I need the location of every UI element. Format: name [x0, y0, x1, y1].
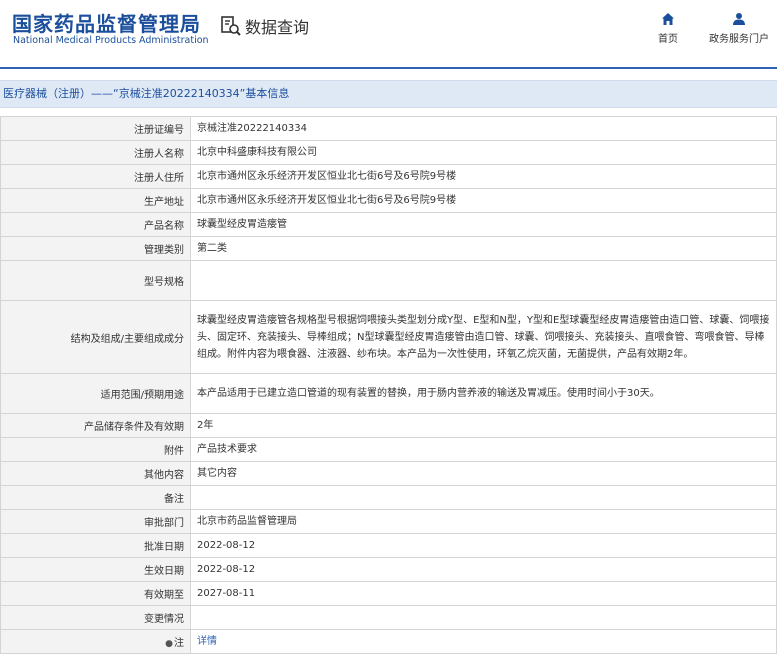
table-row: ●注 详情 — [0, 629, 777, 654]
table-row: 注册人住所 北京市通州区永乐经济开发区恒业北七街6号及6号院9号楼 — [0, 164, 777, 189]
site-logo-en[interactable]: National Medical Products Administration — [13, 35, 209, 46]
field-label: 有效期至 — [0, 581, 191, 606]
field-label: 结构及组成/主要组成成分 — [0, 300, 191, 374]
site-header: 国家药品监督管理局 National Medical Products Admi… — [0, 0, 777, 68]
table-row: 生效日期 2022-08-12 — [0, 557, 777, 582]
field-value: 球囊型经皮胃造瘘管各规格型号根据饲喂接头类型划分成Y型、E型和N型，Y型和E型球… — [190, 300, 777, 374]
field-label: 管理类别 — [0, 236, 191, 261]
field-label: 生产地址 — [0, 188, 191, 213]
nav-home[interactable]: 首页 — [633, 12, 703, 45]
table-row: 产品储存条件及有效期 2年 — [0, 413, 777, 438]
field-label: 审批部门 — [0, 509, 191, 534]
field-value: 其它内容 — [190, 461, 777, 486]
note-label-cell: ●注 — [0, 629, 191, 654]
record-title: 医疗器械（注册）——“京械注准20222140334”基本信息 — [3, 87, 290, 100]
table-row: 生产地址 北京市通州区永乐经济开发区恒业北七街6号及6号院9号楼 — [0, 188, 777, 213]
field-value: 北京市通州区永乐经济开发区恒业北七街6号及6号院9号楼 — [190, 164, 777, 189]
table-row: 有效期至 2027-08-11 — [0, 581, 777, 606]
field-value — [190, 485, 777, 510]
home-icon — [662, 13, 674, 25]
table-row: 附件 产品技术要求 — [0, 437, 777, 462]
pin-icon: ● — [165, 639, 173, 649]
details-link[interactable]: 详情 — [197, 636, 217, 647]
field-label: 产品储存条件及有效期 — [0, 413, 191, 438]
field-label: 注册人名称 — [0, 140, 191, 165]
table-row: 审批部门 北京市药品监督管理局 — [0, 509, 777, 534]
field-label: 其他内容 — [0, 461, 191, 486]
table-row: 管理类别 第二类 — [0, 236, 777, 261]
user-icon — [733, 13, 745, 25]
field-value — [190, 605, 777, 630]
field-label: 生效日期 — [0, 557, 191, 582]
field-value: 2022-08-12 — [190, 533, 777, 558]
data-query-label: 数据查询 — [245, 18, 310, 37]
field-label: 注册人住所 — [0, 164, 191, 189]
nav-gov-portal[interactable]: 政务服务门户 — [704, 12, 774, 45]
field-value: 京械注准20222140334 — [190, 116, 777, 141]
record-title-bar: 医疗器械（注册）——“京械注准20222140334”基本信息 — [0, 80, 777, 108]
table-row: 结构及组成/主要组成成分 球囊型经皮胃造瘘管各规格型号根据饲喂接头类型划分成Y型… — [0, 300, 777, 374]
field-value: 2年 — [190, 413, 777, 438]
device-info-table: 注册证编号 京械注准20222140334 注册人名称 北京中科盛康科技有限公司… — [0, 116, 777, 654]
field-value: 北京中科盛康科技有限公司 — [190, 140, 777, 165]
table-row: 变更情况 — [0, 605, 777, 630]
field-value: 2022-08-12 — [190, 557, 777, 582]
field-value: 2027-08-11 — [190, 581, 777, 606]
table-row: 备注 — [0, 485, 777, 510]
field-label: 变更情况 — [0, 605, 191, 630]
table-row: 适用范围/预期用途 本产品适用于已建立造口管道的现有装置的替换，用于肠内营养液的… — [0, 373, 777, 414]
document-search-icon — [221, 16, 241, 36]
field-value: 产品技术要求 — [190, 437, 777, 462]
data-query-title: 数据查询 — [220, 14, 309, 38]
field-label: 注 — [174, 638, 184, 649]
field-label: 备注 — [0, 485, 191, 510]
field-value: 北京市通州区永乐经济开发区恒业北七街6号及6号院9号楼 — [190, 188, 777, 213]
field-value — [190, 260, 777, 301]
field-value: 本产品适用于已建立造口管道的现有装置的替换，用于肠内营养液的输送及胃减压。使用时… — [190, 373, 777, 414]
field-label: 批准日期 — [0, 533, 191, 558]
header-divider — [0, 67, 777, 69]
field-value: 球囊型经皮胃造瘘管 — [190, 212, 777, 237]
field-label: 型号规格 — [0, 260, 191, 301]
table-row: 型号规格 — [0, 260, 777, 301]
field-label: 注册证编号 — [0, 116, 191, 141]
field-label: 适用范围/预期用途 — [0, 373, 191, 414]
field-label: 附件 — [0, 437, 191, 462]
site-logo-cn[interactable]: 国家药品监督管理局 — [12, 8, 201, 37]
field-label: 产品名称 — [0, 212, 191, 237]
field-value: 北京市药品监督管理局 — [190, 509, 777, 534]
table-row: 注册证编号 京械注准20222140334 — [0, 116, 777, 141]
table-row: 其他内容 其它内容 — [0, 461, 777, 486]
field-value: 详情 — [190, 629, 777, 654]
table-row: 批准日期 2022-08-12 — [0, 533, 777, 558]
field-value: 第二类 — [190, 236, 777, 261]
table-row: 产品名称 球囊型经皮胃造瘘管 — [0, 212, 777, 237]
nav-gov-label: 政务服务门户 — [709, 34, 769, 45]
nav-home-label: 首页 — [658, 34, 678, 45]
table-row: 注册人名称 北京中科盛康科技有限公司 — [0, 140, 777, 165]
